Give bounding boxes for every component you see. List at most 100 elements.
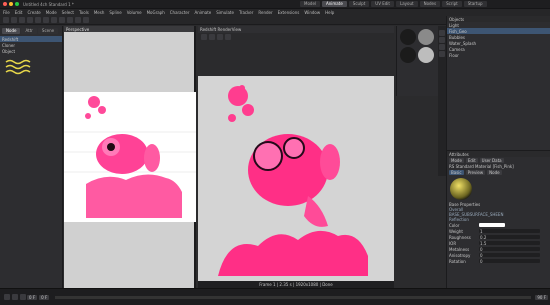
- current-frame[interactable]: 0 F: [27, 294, 38, 300]
- mode-tab[interactable]: Edit: [465, 158, 478, 163]
- attribute-tab[interactable]: Node: [487, 170, 502, 175]
- layout-tab[interactable]: Nodes: [419, 1, 441, 7]
- zoom-icon[interactable]: [225, 33, 231, 40]
- menu-item[interactable]: Select: [62, 10, 74, 15]
- property-field[interactable]: 1: [479, 229, 540, 234]
- menu-item[interactable]: Tracker: [239, 10, 253, 15]
- menu-item[interactable]: MoGraph: [147, 10, 165, 15]
- light-icon[interactable]: [75, 17, 81, 23]
- render-view-panel: Redshift RenderView Frame 1 | 2.35 s | 1…: [198, 26, 394, 288]
- layout-tab[interactable]: Startup: [463, 1, 487, 7]
- play-render-icon[interactable]: [201, 33, 207, 40]
- undo-icon[interactable]: [3, 17, 9, 23]
- layout-tab[interactable]: Sculpt: [348, 1, 370, 7]
- stop-render-icon[interactable]: [209, 33, 215, 40]
- tool-icon[interactable]: [439, 51, 445, 57]
- fish-render-preview: [64, 96, 196, 218]
- menu-item[interactable]: Window: [304, 10, 320, 15]
- tool-icon[interactable]: [439, 30, 445, 36]
- mode-tab[interactable]: Mode: [449, 158, 464, 163]
- play-icon[interactable]: [12, 294, 18, 300]
- layout-tab[interactable]: Model: [300, 1, 321, 7]
- property-field[interactable]: 0: [479, 247, 540, 252]
- render-icon[interactable]: [43, 17, 49, 23]
- menu-bar: File Edit Create Mode Select Tools Mesh …: [0, 9, 550, 16]
- camera-icon[interactable]: [83, 17, 89, 23]
- maximize-window-button[interactable]: [15, 2, 19, 6]
- minimize-window-button[interactable]: [9, 2, 13, 6]
- render-settings-icon[interactable]: [51, 17, 57, 23]
- scale-tool-icon[interactable]: [27, 17, 33, 23]
- title-bar: Untitled 4ch Standard 1 * Model Animate …: [0, 0, 550, 9]
- layout-tab[interactable]: Script: [442, 1, 462, 7]
- menu-item[interactable]: Render: [258, 10, 272, 15]
- property-label: Weight: [449, 228, 463, 234]
- render-status: Frame 1 | 2.35 s | 1920x1080 | Done: [259, 282, 333, 287]
- tool-icon[interactable]: [439, 44, 445, 50]
- render-view-label: Redshift RenderView: [200, 27, 242, 32]
- menu-item[interactable]: Mesh: [94, 10, 105, 15]
- attribute-manager: Attributes Mode Edit User Data RS Standa…: [446, 150, 550, 288]
- menu-item[interactable]: Spline: [109, 10, 121, 15]
- property-field[interactable]: 1.5: [479, 241, 540, 246]
- menu-item[interactable]: Character: [170, 10, 190, 15]
- attribute-manager-title: Attributes: [449, 151, 469, 157]
- window-title: Untitled 4ch Standard 1 *: [23, 1, 74, 7]
- snapshot-icon[interactable]: [217, 33, 223, 40]
- left-panel-item[interactable]: Object: [0, 48, 62, 54]
- menu-item[interactable]: Animate: [195, 10, 212, 15]
- layout-tab[interactable]: UV Edit: [371, 1, 394, 7]
- end-frame[interactable]: 90 F: [535, 294, 548, 300]
- property-field[interactable]: 0: [479, 253, 540, 258]
- menu-item[interactable]: Extensions: [278, 10, 300, 15]
- menu-item[interactable]: Help: [325, 10, 334, 15]
- object-row[interactable]: Floor: [447, 52, 550, 58]
- menu-item[interactable]: Tools: [79, 10, 89, 15]
- material-swatch[interactable]: [418, 29, 434, 45]
- menu-item[interactable]: File: [3, 10, 10, 15]
- material-name: RS Standard Material [Fish_Pink]: [449, 164, 514, 169]
- material-preview-sphere: [450, 178, 472, 200]
- layout-tab[interactable]: Animate: [322, 1, 347, 7]
- go-to-start-icon[interactable]: [4, 294, 10, 300]
- close-window-button[interactable]: [3, 2, 7, 6]
- property-field[interactable]: 0: [479, 259, 540, 264]
- color-swatch[interactable]: [479, 223, 505, 227]
- tool-icon[interactable]: [439, 37, 445, 43]
- left-tab[interactable]: Scene: [37, 28, 59, 34]
- rotate-tool-icon[interactable]: [35, 17, 41, 23]
- property-field[interactable]: 0.2: [479, 235, 540, 240]
- redo-icon[interactable]: [11, 17, 17, 23]
- left-tab[interactable]: Node: [2, 28, 21, 34]
- object-manager: Objects Light Fish_Geo Bubbles Water_Spl…: [446, 16, 550, 150]
- property-label: Roughness: [449, 234, 471, 240]
- render-view-header: Redshift RenderView: [198, 26, 394, 33]
- menu-item[interactable]: Volume: [127, 10, 142, 15]
- spline-pen-icon[interactable]: [67, 17, 73, 23]
- move-tool-icon[interactable]: [19, 17, 25, 23]
- cube-icon[interactable]: [59, 17, 65, 23]
- material-swatch[interactable]: [418, 47, 434, 63]
- timeline-scrubber[interactable]: [55, 295, 532, 299]
- layout-tab[interactable]: Layout: [395, 1, 418, 7]
- vertical-tool-strip: [438, 26, 446, 176]
- attribute-tab[interactable]: Preview: [465, 170, 486, 175]
- mode-tab[interactable]: User Data: [479, 158, 504, 163]
- fish-render: [218, 85, 368, 276]
- top-layout-tabs: Model Animate Sculpt UV Edit Layout Node…: [300, 1, 487, 7]
- left-tab[interactable]: Attr: [21, 28, 37, 34]
- render-canvas[interactable]: [198, 76, 394, 288]
- menu-item[interactable]: Create: [27, 10, 40, 15]
- attribute-tab[interactable]: Basic: [449, 170, 464, 175]
- object-manager-title: Objects: [449, 16, 465, 22]
- menu-item[interactable]: Mode: [46, 10, 57, 15]
- perspective-viewport[interactable]: Perspective: [64, 26, 196, 288]
- material-swatch[interactable]: [400, 29, 416, 45]
- go-to-end-icon[interactable]: [20, 294, 26, 300]
- material-swatch[interactable]: [400, 47, 416, 63]
- menu-item[interactable]: Edit: [15, 10, 23, 15]
- menu-item[interactable]: Simulate: [216, 10, 234, 15]
- section-reflection-label: Reflection: [449, 217, 469, 222]
- start-frame[interactable]: 0 F: [39, 294, 50, 300]
- render-status-bar: Frame 1 | 2.35 s | 1920x1080 | Done: [198, 281, 394, 288]
